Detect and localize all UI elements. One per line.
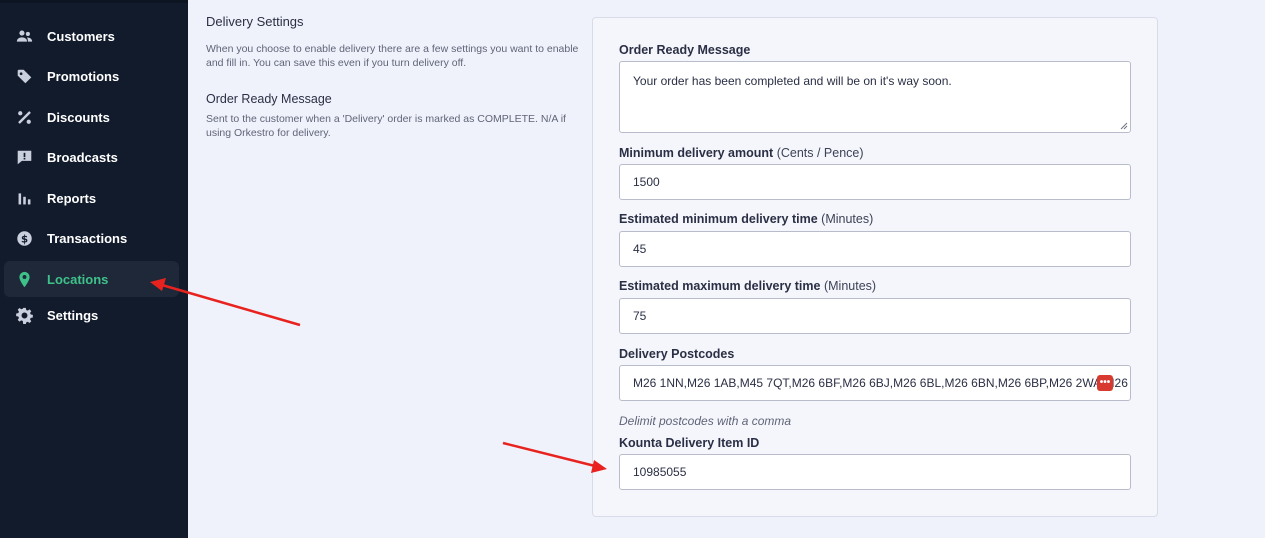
min-delivery-amount-unit: (Cents / Pence) xyxy=(776,146,864,160)
section-title: Delivery Settings xyxy=(206,14,304,29)
min-delivery-time-value: 45 xyxy=(633,242,647,256)
resize-grip-icon[interactable] xyxy=(1120,122,1128,130)
delivery-settings-card: Order Ready Message Your order has been … xyxy=(592,17,1158,517)
sidebar-item-broadcasts[interactable]: Broadcasts xyxy=(4,139,179,175)
kounta-item-id-label: Kounta Delivery Item ID xyxy=(619,436,760,450)
sidebar-item-label: Discounts xyxy=(47,109,110,125)
kounta-item-id-input[interactable]: 10985055 xyxy=(619,454,1131,490)
sidebar-item-label: Settings xyxy=(47,307,99,323)
min-delivery-amount-input[interactable]: 1500 xyxy=(619,164,1131,200)
dollar-circle-icon: $ xyxy=(14,228,34,248)
sidebar-item-transactions[interactable]: $ Transactions xyxy=(4,220,179,256)
message-icon xyxy=(14,147,34,167)
sidebar-item-promotions[interactable]: Promotions xyxy=(4,58,179,94)
sidebar: Customers Promotions Discounts Broadcast… xyxy=(0,0,188,538)
sidebar-item-customers[interactable]: Customers xyxy=(4,18,179,54)
section-description: When you choose to enable delivery there… xyxy=(206,43,579,69)
sidebar-item-discounts[interactable]: Discounts xyxy=(4,99,179,135)
max-delivery-time-unit: (Minutes) xyxy=(823,279,877,293)
map-pin-icon xyxy=(14,269,34,289)
sidebar-item-locations[interactable]: Locations xyxy=(4,261,179,297)
svg-text:$: $ xyxy=(20,234,27,245)
gear-icon xyxy=(14,305,34,325)
delivery-settings-description: Delivery Settings When you choose to ena… xyxy=(206,14,586,140)
sidebar-item-label: Reports xyxy=(47,190,97,206)
sidebar-item-label: Transactions xyxy=(47,230,128,246)
sidebar-item-label: Promotions xyxy=(47,68,120,84)
kounta-item-id-value: 10985055 xyxy=(633,465,687,479)
sidebar-item-settings[interactable]: Settings xyxy=(4,297,179,333)
max-delivery-time-input[interactable]: 75 xyxy=(619,298,1131,334)
sidebar-item-label: Broadcasts xyxy=(47,149,118,165)
delivery-postcodes-value: M26 1NN,M26 1AB,M45 7QT,M26 6BF,M26 6BJ,… xyxy=(633,376,1131,390)
order-ready-message-textarea[interactable]: Your order has been completed and will b… xyxy=(619,61,1131,133)
bar-chart-icon xyxy=(14,188,34,208)
more-icon[interactable]: ••• xyxy=(1097,375,1113,391)
min-delivery-time-label: Estimated minimum delivery time (Minutes… xyxy=(619,212,874,226)
delivery-postcodes-label: Delivery Postcodes xyxy=(619,347,735,361)
delivery-postcodes-input[interactable]: M26 1NN,M26 1AB,M45 7QT,M26 6BF,M26 6BJ,… xyxy=(619,365,1131,401)
sidebar-item-label: Locations xyxy=(47,271,109,287)
percent-icon xyxy=(14,107,34,127)
order-ready-label: Order Ready Message xyxy=(619,43,751,57)
order-ready-description: Sent to the customer when a 'Delivery' o… xyxy=(206,113,566,139)
min-delivery-amount-value: 1500 xyxy=(633,175,660,189)
sidebar-item-reports[interactable]: Reports xyxy=(4,180,179,216)
min-delivery-time-unit: (Minutes) xyxy=(821,212,874,226)
max-delivery-time-label: Estimated maximum delivery time (Minutes… xyxy=(619,279,877,293)
min-delivery-time-input[interactable]: 45 xyxy=(619,231,1131,267)
users-icon xyxy=(14,26,34,46)
order-ready-value: Your order has been completed and will b… xyxy=(633,74,952,88)
tag-icon xyxy=(14,66,34,86)
order-ready-heading: Order Ready Message xyxy=(206,92,332,106)
postcodes-helper-text: Delimit postcodes with a comma xyxy=(619,414,792,428)
max-delivery-time-value: 75 xyxy=(633,309,647,323)
sidebar-top-edge xyxy=(0,0,188,3)
min-delivery-amount-label: Minimum delivery amount (Cents / Pence) xyxy=(619,146,864,160)
sidebar-item-label: Customers xyxy=(47,28,115,44)
